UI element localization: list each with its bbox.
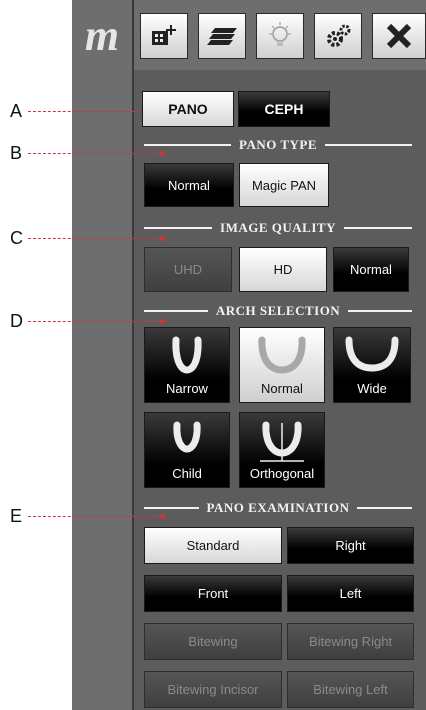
- add-image-button[interactable]: [140, 13, 188, 59]
- close-icon: [386, 23, 412, 49]
- close-button[interactable]: [372, 13, 426, 59]
- exam-right-button[interactable]: Right: [287, 527, 414, 564]
- marker-dot: [160, 236, 165, 241]
- marker-line: [28, 516, 160, 517]
- divider-line: [348, 310, 413, 312]
- arch-orthogonal-button[interactable]: Orthogonal: [239, 412, 325, 488]
- marker-d: D: [10, 311, 165, 332]
- section-title: PANO EXAMINATION: [206, 500, 350, 515]
- settings-button[interactable]: [314, 13, 362, 59]
- ceph-button[interactable]: CEPH: [238, 91, 330, 127]
- section-title: IMAGE QUALITY: [220, 220, 336, 235]
- gears-icon: [327, 24, 351, 47]
- bulb-button[interactable]: [256, 13, 304, 59]
- divider-line: [144, 310, 208, 312]
- arch-narrow-button[interactable]: Narrow: [144, 327, 230, 403]
- arch-normal-icon: [258, 336, 306, 374]
- arch-child-icon: [173, 421, 201, 453]
- section-image-quality: IMAGE QUALITY: [144, 220, 412, 236]
- arch-label: Normal: [261, 381, 303, 396]
- divider-line: [357, 507, 412, 509]
- pano-type-normal-button[interactable]: Normal: [144, 163, 234, 207]
- marker-line: [28, 238, 160, 239]
- marker-letter: C: [10, 228, 23, 248]
- arch-child-button[interactable]: Child: [144, 412, 230, 488]
- exam-left-button[interactable]: Left: [287, 575, 414, 612]
- arch-label: Narrow: [166, 381, 208, 396]
- divider-line: [325, 144, 412, 146]
- quality-uhd-button[interactable]: UHD: [144, 247, 232, 292]
- arch-label: Orthogonal: [249, 466, 315, 481]
- exam-bitewing-left-button[interactable]: Bitewing Left: [287, 671, 414, 708]
- exam-standard-button[interactable]: Standard: [144, 527, 282, 564]
- divider-line: [343, 227, 412, 229]
- section-title: PANO TYPE: [238, 137, 318, 152]
- marker-letter: D: [10, 311, 23, 331]
- quality-normal-button[interactable]: Normal: [333, 247, 409, 292]
- pano-button[interactable]: PANO: [142, 91, 234, 127]
- marker-dot: [160, 319, 165, 324]
- arch-wide-button[interactable]: Wide: [333, 327, 411, 403]
- exam-bitewing-right-button[interactable]: Bitewing Right: [287, 623, 414, 660]
- marker-line: [28, 153, 160, 154]
- section-title: ARCH SELECTION: [215, 303, 341, 318]
- marker-b: B: [10, 143, 165, 164]
- add-image-icon: [152, 25, 176, 45]
- arch-label: Wide: [357, 381, 387, 396]
- divider-line: [144, 144, 231, 146]
- section-arch-selection: ARCH SELECTION: [144, 303, 413, 319]
- quality-hd-button[interactable]: HD: [239, 247, 327, 292]
- exam-front-button[interactable]: Front: [144, 575, 282, 612]
- arch-label: Child: [172, 466, 202, 481]
- toolbar: [134, 0, 426, 70]
- divider-line: [144, 227, 213, 229]
- arch-orthogonal-icon: [260, 421, 304, 462]
- layers-button[interactable]: [198, 13, 246, 59]
- arch-normal-button[interactable]: Normal: [239, 327, 325, 403]
- marker-letter: B: [10, 143, 23, 163]
- marker-e: E: [10, 506, 165, 527]
- exam-bitewing-button[interactable]: Bitewing: [144, 623, 282, 660]
- section-pano-exam: PANO EXAMINATION: [144, 500, 412, 516]
- bulb-icon: [269, 22, 291, 46]
- section-pano-type: PANO TYPE: [144, 137, 412, 153]
- marker-letter: E: [10, 506, 23, 526]
- marker-c: C: [10, 228, 165, 249]
- divider-line: [144, 507, 199, 509]
- exam-bitewing-incisor-button[interactable]: Bitewing Incisor: [144, 671, 282, 708]
- layers-icon: [207, 28, 237, 45]
- arch-wide-icon: [345, 336, 399, 372]
- app-logo: m: [72, 0, 132, 70]
- marker-line: [28, 321, 160, 322]
- arch-narrow-icon: [172, 336, 202, 374]
- marker-letter: A: [10, 101, 23, 121]
- pano-type-magic-button[interactable]: Magic PAN: [239, 163, 329, 207]
- marker-line: [28, 111, 160, 112]
- logo-text: m: [84, 10, 120, 60]
